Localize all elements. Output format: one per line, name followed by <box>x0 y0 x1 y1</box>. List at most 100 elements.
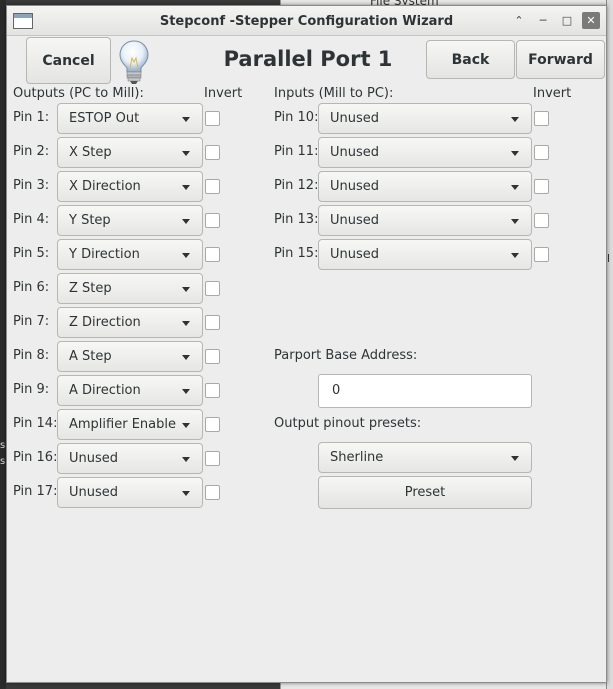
invert-checkbox[interactable] <box>205 213 220 228</box>
pin-function-value: Unused <box>330 179 380 194</box>
invert-checkbox[interactable] <box>205 485 220 500</box>
chevron-down-icon <box>182 185 190 190</box>
presets-selected: Sherline <box>330 450 384 465</box>
invert-checkbox[interactable] <box>534 213 549 228</box>
chevron-down-icon <box>182 151 190 156</box>
chevron-down-icon <box>182 389 190 394</box>
chevron-down-icon <box>511 253 519 258</box>
pin-label: Pin 17: <box>13 484 58 499</box>
chevron-down-icon <box>182 423 190 428</box>
pin-function-dropdown[interactable]: Unused <box>318 103 532 134</box>
pin-function-value: Unused <box>69 485 119 500</box>
pin-label: Pin 14: <box>13 416 58 431</box>
pin-function-value: Unused <box>330 111 380 126</box>
chevron-down-icon <box>182 491 190 496</box>
pin-function-dropdown[interactable]: Z Direction <box>57 307 203 338</box>
pin-function-dropdown[interactable]: A Direction <box>57 375 203 406</box>
pin-label: Pin 8: <box>13 348 50 363</box>
outputs-heading: Outputs (PC to Mill): <box>13 86 144 101</box>
invert-checkbox[interactable] <box>205 145 220 160</box>
pin-function-dropdown[interactable]: Y Step <box>57 205 203 236</box>
invert-checkbox[interactable] <box>205 315 220 330</box>
pin-label: Pin 5: <box>13 246 50 261</box>
parport-address-label: Parport Base Address: <box>274 348 418 363</box>
pin-function-value: ESTOP Out <box>69 111 140 126</box>
desktop-glyph: s <box>0 456 6 467</box>
invert-checkbox[interactable] <box>534 247 549 262</box>
pin-function-value: A Direction <box>69 383 141 398</box>
titlebar[interactable]: Stepconf -Stepper Configuration Wizard ⌃… <box>7 6 606 36</box>
chevron-down-icon <box>182 355 190 360</box>
pin-function-dropdown[interactable]: X Direction <box>57 171 203 202</box>
pin-function-dropdown[interactable]: Unused <box>57 443 203 474</box>
pin-label: Pin 11: <box>274 144 319 159</box>
background-glyph: l <box>607 252 611 265</box>
pin-label: Pin 9: <box>13 382 50 397</box>
forward-button[interactable]: Forward <box>516 40 605 79</box>
pin-function-dropdown[interactable]: Z Step <box>57 273 203 304</box>
pin-label: Pin 15: <box>274 246 319 261</box>
pin-function-value: Unused <box>330 145 380 160</box>
minimize-icon[interactable]: ─ <box>534 12 552 29</box>
page-title: Parallel Port 1 <box>223 47 393 71</box>
pin-function-dropdown[interactable]: X Step <box>57 137 203 168</box>
chevron-down-icon <box>182 253 190 258</box>
chevron-down-icon <box>182 287 190 292</box>
pin-function-value: X Step <box>69 145 112 160</box>
pin-function-dropdown[interactable]: Amplifier Enable <box>57 409 203 440</box>
pin-function-dropdown[interactable]: Unused <box>57 477 203 508</box>
pin-label: Pin 2: <box>13 144 50 159</box>
pin-label: Pin 3: <box>13 178 50 193</box>
pin-function-value: Y Direction <box>69 247 140 262</box>
maximize-icon[interactable]: □ <box>558 12 576 29</box>
outputs-invert-heading: Invert <box>204 86 243 101</box>
cancel-button[interactable]: Cancel <box>26 37 111 84</box>
pin-function-value: A Step <box>69 349 112 364</box>
invert-checkbox[interactable] <box>534 111 549 126</box>
pin-function-dropdown[interactable]: Y Direction <box>57 239 203 270</box>
invert-checkbox[interactable] <box>205 247 220 262</box>
pin-function-dropdown[interactable]: A Step <box>57 341 203 372</box>
lightbulb-icon <box>119 40 149 84</box>
pin-label: Pin 1: <box>13 110 50 125</box>
pin-function-dropdown[interactable]: Unused <box>318 205 532 236</box>
pin-label: Pin 7: <box>13 314 50 329</box>
presets-dropdown[interactable]: Sherline <box>318 442 532 473</box>
inputs-invert-heading: Invert <box>533 86 572 101</box>
pin-function-value: Z Step <box>69 281 112 296</box>
invert-checkbox[interactable] <box>534 145 549 160</box>
back-button[interactable]: Back <box>426 40 515 79</box>
preset-button[interactable]: Preset <box>318 476 532 509</box>
chevron-down-icon <box>182 321 190 326</box>
shade-up-icon[interactable]: ⌃ <box>510 12 528 29</box>
pin-label: Pin 4: <box>13 212 50 227</box>
pin-function-value: Unused <box>330 213 380 228</box>
desktop-glyph: s <box>0 440 6 451</box>
invert-checkbox[interactable] <box>205 383 220 398</box>
pin-function-value: Y Step <box>69 213 111 228</box>
pin-function-dropdown[interactable]: Unused <box>318 137 532 168</box>
invert-checkbox[interactable] <box>205 417 220 432</box>
chevron-down-icon <box>182 457 190 462</box>
parport-address-input[interactable]: 0 <box>318 374 532 408</box>
pin-function-dropdown[interactable]: Unused <box>318 171 532 202</box>
chevron-down-icon <box>182 117 190 122</box>
invert-checkbox[interactable] <box>205 451 220 466</box>
parport-address-value: 0 <box>332 383 341 398</box>
pin-label: Pin 12: <box>274 178 319 193</box>
chevron-down-icon <box>511 456 519 461</box>
chevron-down-icon <box>511 151 519 156</box>
invert-checkbox[interactable] <box>205 281 220 296</box>
invert-checkbox[interactable] <box>205 179 220 194</box>
pin-function-value: X Direction <box>69 179 141 194</box>
pin-function-dropdown[interactable]: Unused <box>318 239 532 270</box>
pin-function-value: Amplifier Enable <box>69 417 176 432</box>
chevron-down-icon <box>511 185 519 190</box>
invert-checkbox[interactable] <box>205 111 220 126</box>
pin-function-dropdown[interactable]: ESTOP Out <box>57 103 203 134</box>
invert-checkbox[interactable] <box>534 179 549 194</box>
invert-checkbox[interactable] <box>205 349 220 364</box>
stepconf-window: Stepconf -Stepper Configuration Wizard ⌃… <box>6 5 607 683</box>
pin-label: Pin 16: <box>13 450 58 465</box>
close-icon[interactable]: ✕ <box>582 12 600 29</box>
